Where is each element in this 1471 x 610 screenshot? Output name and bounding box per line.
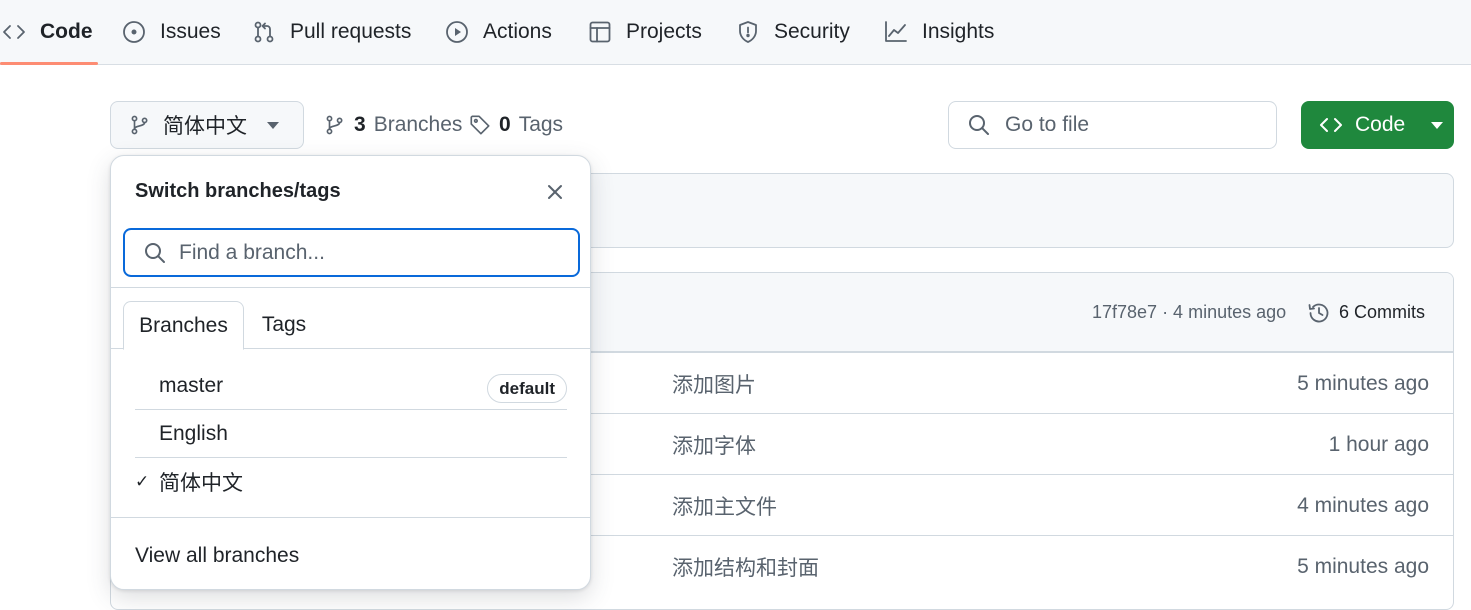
- commit-message[interactable]: 添加主文件: [672, 475, 777, 536]
- branch-search-field[interactable]: [123, 228, 580, 277]
- tab-projects-label: Projects: [626, 20, 702, 43]
- tab-code-label: Code: [40, 20, 93, 43]
- branch-search-input[interactable]: [179, 240, 559, 265]
- branch-name: 简体中文: [159, 472, 243, 495]
- chevron-down-icon: [1431, 121, 1444, 129]
- pull-request-icon: [254, 21, 274, 43]
- divider: [111, 287, 590, 288]
- commit-time: 5 minutes ago: [1297, 554, 1429, 578]
- branch-selector-button[interactable]: 简体中文: [110, 101, 304, 149]
- branch-item-master[interactable]: master default: [135, 362, 567, 410]
- git-branch-icon: [131, 115, 148, 135]
- commit-message[interactable]: 添加字体: [672, 414, 756, 475]
- go-to-file-placeholder: Go to file: [1005, 113, 1090, 136]
- commit-time: 1 hour ago: [1328, 432, 1429, 456]
- commits-count-label: 6 Commits: [1339, 302, 1426, 322]
- repo-nav: Code Issues Pull requests Actions Projec…: [0, 0, 1471, 65]
- tags-count-link[interactable]: 0 Tags: [469, 101, 563, 149]
- code-button-label: Code: [1355, 113, 1406, 136]
- tab-insights[interactable]: Insights: [884, 0, 994, 64]
- commit-message[interactable]: 添加图片: [672, 353, 756, 414]
- tags-count: 0: [499, 113, 511, 136]
- current-branch-label: 简体中文: [163, 115, 247, 138]
- latest-commit-meta[interactable]: 17f78e7 · 4 minutes ago: [1092, 273, 1286, 352]
- view-all-branches-link[interactable]: View all branches: [135, 536, 299, 576]
- tab-security[interactable]: Security: [736, 0, 850, 64]
- branch-name: master: [159, 373, 224, 397]
- tab-actions-label: Actions: [483, 20, 552, 43]
- commits-history-link[interactable]: 6 Commits: [1307, 273, 1425, 352]
- git-branch-icon: [326, 115, 343, 135]
- tab-issues-label: Issues: [160, 20, 221, 43]
- branch-item-chinese[interactable]: ✓ 简体中文: [135, 458, 567, 506]
- commit-time: 5 minutes ago: [1297, 371, 1429, 395]
- issue-icon: [123, 21, 145, 43]
- play-icon: [446, 21, 468, 43]
- tag-icon: [470, 115, 490, 135]
- graph-icon: [885, 21, 907, 42]
- code-button[interactable]: Code: [1301, 101, 1454, 149]
- check-icon: ✓: [135, 472, 150, 491]
- tags-label: Tags: [518, 113, 564, 136]
- branch-tag-tabs: Branches Tags: [111, 301, 590, 350]
- tab-pull-requests[interactable]: Pull requests: [252, 0, 411, 64]
- commit-time: 4 minutes ago: [1297, 493, 1429, 517]
- code-icon: [1320, 118, 1342, 132]
- branch-name: English: [159, 421, 228, 445]
- code-icon: [3, 25, 25, 39]
- search-icon: [969, 115, 989, 135]
- chevron-down-icon: [267, 121, 279, 129]
- branches-count: 3: [354, 113, 366, 136]
- tab-actions[interactable]: Actions: [445, 0, 552, 64]
- tab-security-label: Security: [774, 20, 850, 43]
- close-button[interactable]: [543, 180, 567, 204]
- tab-tags[interactable]: Tags: [244, 301, 324, 349]
- branches-label: Branches: [373, 113, 463, 136]
- close-icon: [548, 185, 562, 199]
- tab-code[interactable]: Code: [2, 0, 93, 64]
- tab-pull-requests-label: Pull requests: [290, 20, 412, 43]
- tab-branches[interactable]: Branches: [123, 301, 244, 350]
- dropdown-title: Switch branches/tags: [135, 180, 341, 202]
- commit-message[interactable]: 添加结构和封面: [672, 536, 819, 597]
- tab-insights-label: Insights: [922, 20, 995, 43]
- search-icon: [145, 242, 165, 263]
- tab-projects[interactable]: Projects: [588, 0, 702, 64]
- table-icon: [589, 21, 611, 43]
- branches-count-link[interactable]: 3 Branches: [324, 101, 462, 149]
- switch-branches-dropdown: Switch branches/tags Branches Tags maste…: [110, 155, 591, 590]
- selected-tab-underline: [0, 62, 98, 65]
- go-to-file-input[interactable]: Go to file: [948, 101, 1277, 149]
- default-badge: default: [487, 374, 567, 403]
- branch-item-english[interactable]: English: [135, 410, 567, 458]
- tab-issues[interactable]: Issues: [122, 0, 221, 64]
- shield-icon: [739, 21, 757, 43]
- history-icon: [1308, 303, 1329, 322]
- divider: [111, 517, 590, 518]
